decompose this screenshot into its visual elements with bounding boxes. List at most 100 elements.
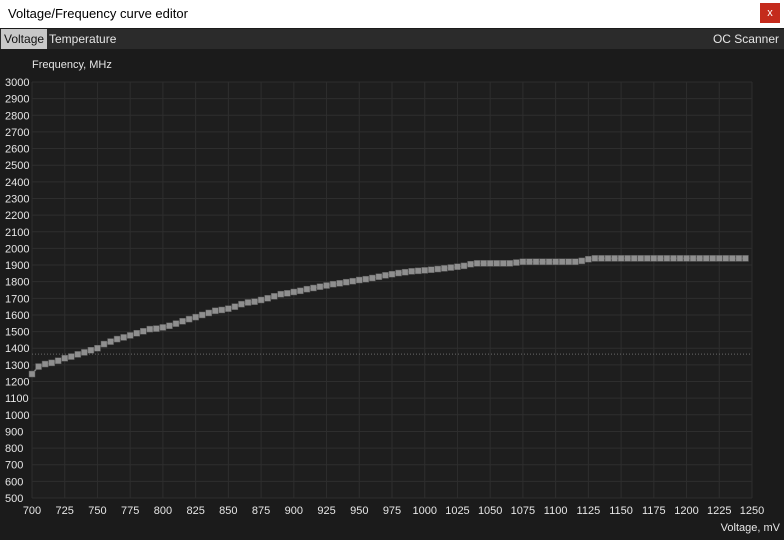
curve-point[interactable]: [349, 277, 356, 285]
curve-point[interactable]: [205, 309, 212, 317]
curve-point[interactable]: [709, 255, 716, 262]
curve-point[interactable]: [74, 351, 82, 358]
curve-point[interactable]: [153, 325, 160, 332]
curve-point[interactable]: [172, 320, 180, 327]
curve-point[interactable]: [94, 344, 101, 352]
curve-point[interactable]: [644, 255, 651, 262]
curve-point[interactable]: [41, 360, 49, 368]
curve-point[interactable]: [166, 322, 173, 330]
curve-point[interactable]: [467, 260, 474, 268]
curve-point[interactable]: [447, 264, 455, 271]
curve-point[interactable]: [244, 299, 252, 306]
curve-point[interactable]: [120, 334, 127, 341]
curve-point[interactable]: [251, 298, 258, 305]
curve-point[interactable]: [113, 335, 121, 343]
curve-point[interactable]: [441, 265, 448, 272]
curve-point[interactable]: [231, 303, 239, 310]
curve-point[interactable]: [192, 313, 199, 321]
curve-point[interactable]: [532, 258, 540, 265]
curve-point[interactable]: [526, 258, 533, 265]
curve-point[interactable]: [198, 311, 206, 319]
curve-point[interactable]: [140, 328, 147, 335]
curve-point[interactable]: [670, 255, 677, 262]
curve-point[interactable]: [604, 255, 612, 262]
curve-point[interactable]: [506, 260, 514, 267]
curve-point[interactable]: [185, 315, 193, 323]
curve-point[interactable]: [310, 284, 317, 292]
curve-point[interactable]: [460, 262, 468, 270]
curve-point[interactable]: [329, 280, 337, 288]
curve-point[interactable]: [107, 338, 114, 345]
curve-point[interactable]: [414, 267, 422, 275]
curve-point[interactable]: [238, 300, 245, 308]
curve-point[interactable]: [146, 325, 154, 333]
curve-point[interactable]: [513, 259, 520, 266]
curve-point[interactable]: [87, 346, 95, 354]
curve-point[interactable]: [676, 255, 684, 262]
curve-point[interactable]: [303, 285, 311, 293]
curve-point[interactable]: [428, 266, 435, 273]
curve-point[interactable]: [552, 258, 559, 265]
curve-point[interactable]: [336, 280, 343, 287]
curve-point[interactable]: [742, 255, 749, 262]
curve-point[interactable]: [68, 353, 75, 360]
curve-point[interactable]: [100, 340, 108, 348]
curve-point[interactable]: [323, 282, 330, 289]
curve-point[interactable]: [585, 255, 592, 263]
curve-point[interactable]: [375, 273, 383, 280]
curve-point[interactable]: [257, 296, 265, 304]
curve-point[interactable]: [624, 255, 631, 262]
curve-point[interactable]: [48, 359, 55, 367]
curve-point[interactable]: [159, 324, 167, 331]
curve-point[interactable]: [401, 268, 409, 276]
curve-point[interactable]: [539, 258, 546, 265]
curve-point[interactable]: [486, 260, 494, 267]
curve-point[interactable]: [434, 265, 442, 273]
curve-point[interactable]: [54, 357, 62, 364]
curve-point[interactable]: [270, 293, 278, 300]
curve-point[interactable]: [133, 330, 140, 337]
curve-point[interactable]: [369, 274, 376, 282]
curve-point[interactable]: [316, 283, 324, 290]
curve-point[interactable]: [480, 260, 487, 267]
curve-point[interactable]: [382, 272, 389, 279]
curve-point[interactable]: [388, 270, 396, 278]
curve-point[interactable]: [735, 255, 743, 262]
curve-point[interactable]: [61, 354, 68, 362]
curve-point[interactable]: [179, 318, 186, 325]
curve-point[interactable]: [500, 260, 507, 267]
curve-point[interactable]: [545, 258, 553, 265]
curve-point[interactable]: [611, 255, 618, 262]
curve-point[interactable]: [28, 370, 36, 378]
curve-point[interactable]: [663, 255, 671, 262]
curve-point[interactable]: [408, 268, 415, 275]
vf-curve-chart[interactable]: 700 725 750 775 800 825 850 875 900 925 950 975 1000…: [0, 0, 784, 540]
curve-point[interactable]: [578, 257, 586, 265]
curve-point[interactable]: [591, 255, 599, 262]
curve-point[interactable]: [297, 287, 304, 295]
curve-point[interactable]: [473, 260, 481, 267]
curve-point[interactable]: [702, 255, 710, 262]
curve-point[interactable]: [689, 255, 697, 262]
curve-point[interactable]: [35, 363, 42, 370]
curve-point[interactable]: [454, 263, 461, 270]
curve-point[interactable]: [729, 255, 736, 262]
curve-point[interactable]: [696, 255, 703, 262]
curve-point[interactable]: [493, 260, 500, 267]
curve-point[interactable]: [519, 258, 527, 265]
curve-point[interactable]: [630, 255, 638, 262]
curve-point[interactable]: [290, 288, 298, 296]
curve-point[interactable]: [81, 349, 88, 356]
curve-point[interactable]: [650, 255, 658, 262]
curve-point[interactable]: [421, 267, 428, 274]
curve-point[interactable]: [637, 255, 644, 262]
curve-point[interactable]: [598, 255, 605, 262]
curve-point[interactable]: [565, 258, 572, 265]
curve-point[interactable]: [225, 305, 232, 312]
curve-point[interactable]: [722, 255, 730, 262]
curve-point[interactable]: [284, 290, 291, 297]
curve-point[interactable]: [362, 275, 370, 283]
curve-point[interactable]: [218, 306, 226, 314]
curve-point[interactable]: [572, 258, 579, 265]
curve-point[interactable]: [277, 290, 284, 298]
